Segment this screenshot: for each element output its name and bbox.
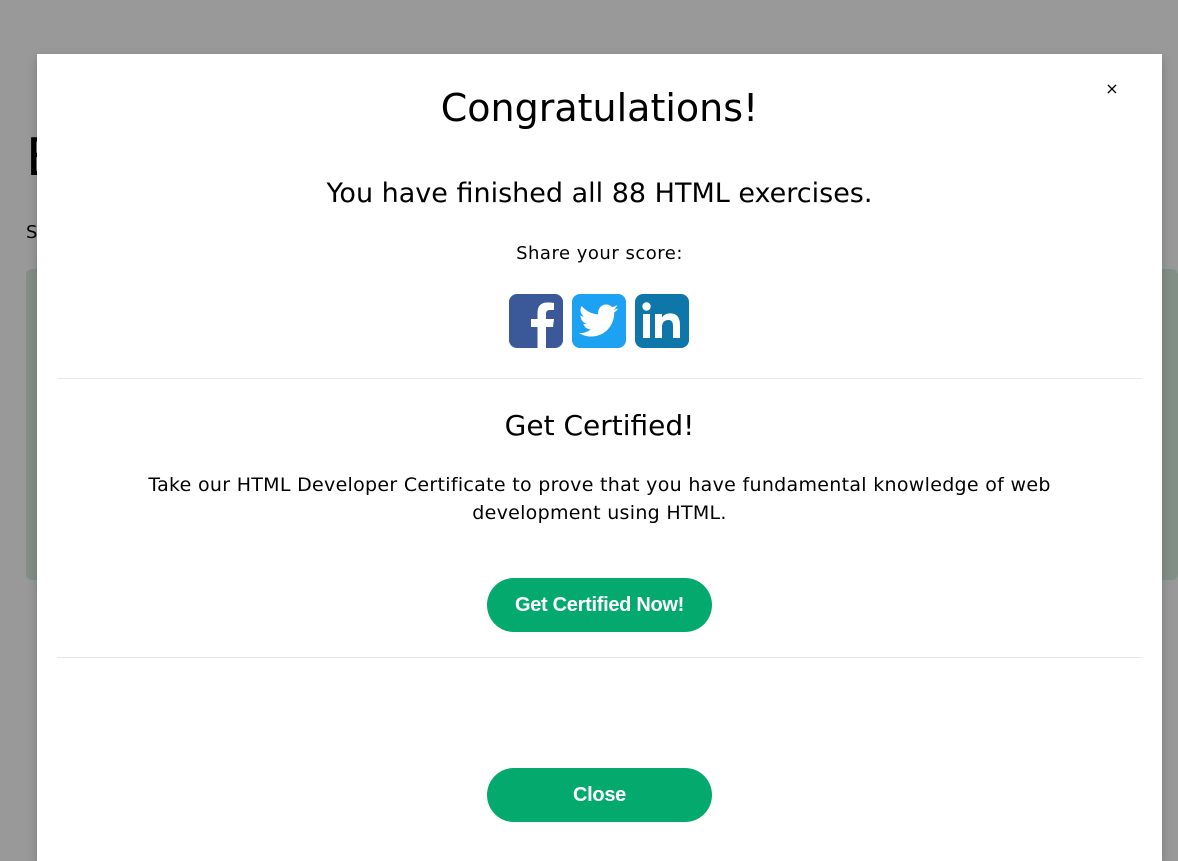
- linkedin-icon: [641, 302, 680, 338]
- get-certified-button[interactable]: Get Certified Now!: [487, 578, 712, 632]
- twitter-icon: [578, 304, 618, 337]
- finished-message: You have finished all 88 HTML exercises.: [326, 178, 873, 209]
- twitter-share-button[interactable]: [571, 294, 626, 348]
- section-divider: [57, 657, 1142, 658]
- close-button[interactable]: Close: [487, 768, 712, 822]
- modal-title: Congratulations!: [440, 86, 759, 130]
- congratulations-modal: × Congratulations! You have finished all…: [37, 54, 1162, 861]
- share-score-label: Share your score:: [516, 243, 683, 264]
- certification-description: Take our HTML Developer Certificate to p…: [148, 474, 1051, 524]
- facebook-icon: [530, 302, 554, 348]
- social-share-row: [37, 294, 1162, 348]
- section-divider: [57, 378, 1142, 379]
- certification-title: Get Certified!: [504, 409, 695, 442]
- facebook-share-button[interactable]: [508, 294, 563, 348]
- linkedin-share-button[interactable]: [634, 294, 689, 348]
